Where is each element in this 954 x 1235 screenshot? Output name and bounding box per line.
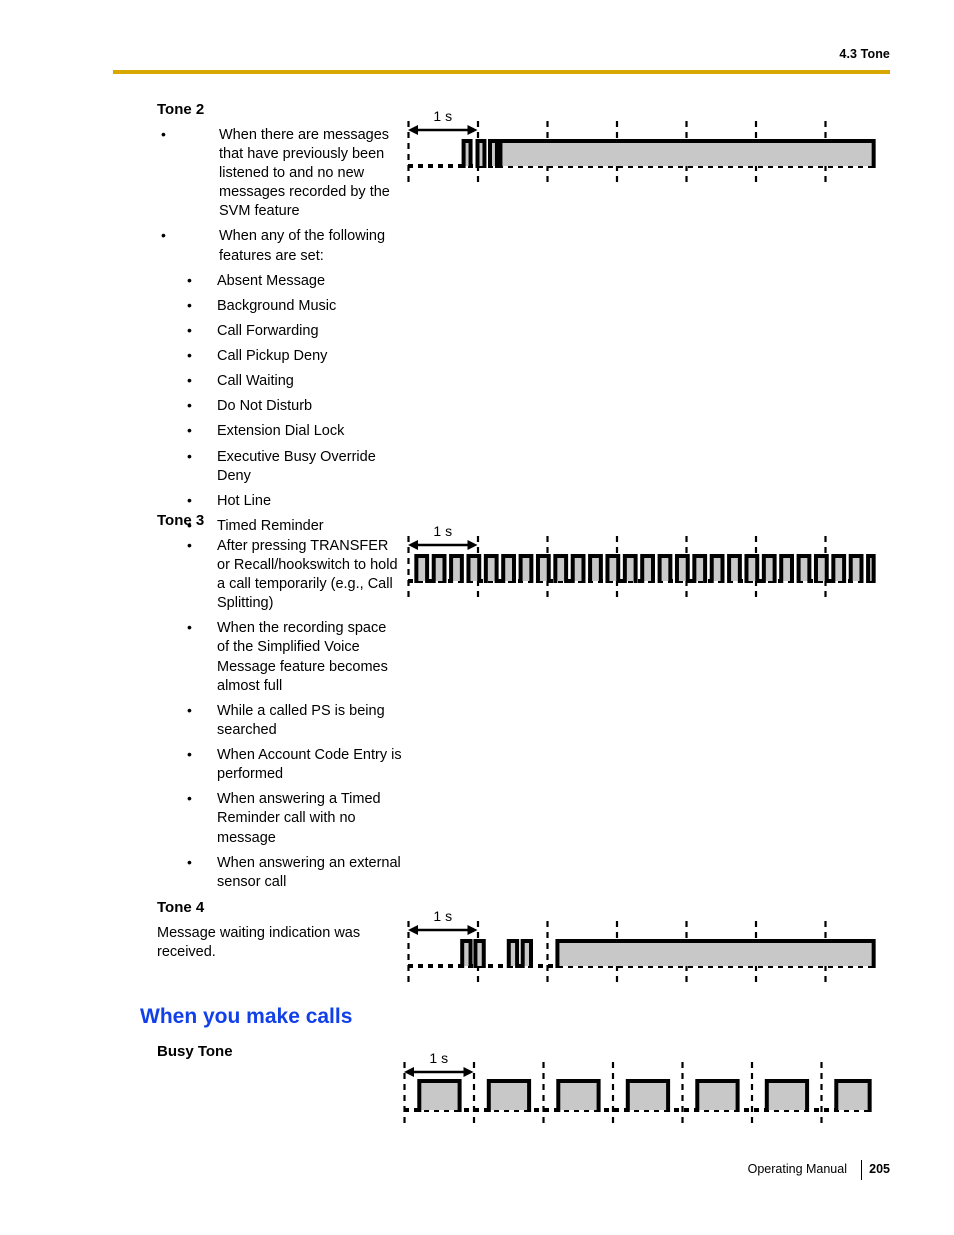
page-content: Tone 2 When there are messages that have… (0, 0, 954, 1235)
svg-text:1 s: 1 s (429, 1050, 448, 1066)
tone-3-text-block: Tone 3 After pressing TRANSFER or Recall… (157, 512, 402, 892)
make-calls-section: When you make calls (140, 1004, 560, 1029)
tone-2-text-block: Tone 2 When there are messages that have… (157, 101, 402, 536)
list-item: Call Waiting (157, 371, 402, 391)
list-item: Executive Busy Override Deny (157, 446, 402, 486)
tone-2-waveform: 1 s (396, 103, 886, 187)
tone-3-bullet-list: After pressing TRANSFER or Recall/hooksw… (157, 536, 402, 892)
list-item: Call Pickup Deny (157, 346, 402, 366)
list-item: When answering a Timed Reminder call wit… (157, 789, 402, 847)
make-calls-heading: When you make calls (140, 1005, 353, 1028)
tone-4-text-block: Tone 4 Message waiting indication was re… (157, 899, 402, 962)
svg-text:1 s: 1 s (433, 108, 452, 124)
list-item: Call Forwarding (157, 321, 402, 341)
tone-3-waveform: 1 s (396, 518, 886, 602)
list-item: While a called PS is being searched (157, 701, 402, 740)
list-item: When answering an external sensor call (157, 853, 402, 892)
tone-4-waveform: 1 s (396, 903, 886, 987)
tone-4-body: Message waiting indication was received. (157, 924, 361, 960)
list-item: Absent Message (157, 271, 402, 291)
tone-2-bullet-list: When there are messages that have previo… (157, 125, 402, 266)
list-item: Extension Dial Lock (157, 421, 402, 441)
tone-4-heading: Tone 4 (157, 899, 205, 916)
list-item: When the recording space of the Simplifi… (157, 618, 402, 696)
tone-2-feature-list: Absent Message Background Music Call For… (157, 271, 402, 536)
page-footer: Operating Manual 205 (0, 1160, 954, 1193)
tone-3-heading: Tone 3 (157, 512, 205, 529)
footer-divider (861, 1160, 862, 1180)
svg-text:1 s: 1 s (433, 908, 452, 924)
list-item: Do Not Disturb (157, 396, 402, 416)
busy-tone-waveform: 1 s (392, 1048, 886, 1128)
list-item: When Account Code Entry is performed (157, 745, 402, 784)
list-item: When any of the following features are s… (157, 226, 402, 265)
footer-manual-label: Operating Manual (747, 1162, 847, 1176)
list-item: Hot Line (157, 491, 402, 511)
list-item: After pressing TRANSFER or Recall/hooksw… (157, 536, 402, 614)
footer-page-number: 205 (869, 1162, 890, 1176)
list-item: Background Music (157, 296, 402, 316)
svg-text:1 s: 1 s (433, 523, 452, 539)
list-item: When there are messages that have previo… (157, 125, 402, 222)
tone-2-heading: Tone 2 (157, 101, 205, 118)
